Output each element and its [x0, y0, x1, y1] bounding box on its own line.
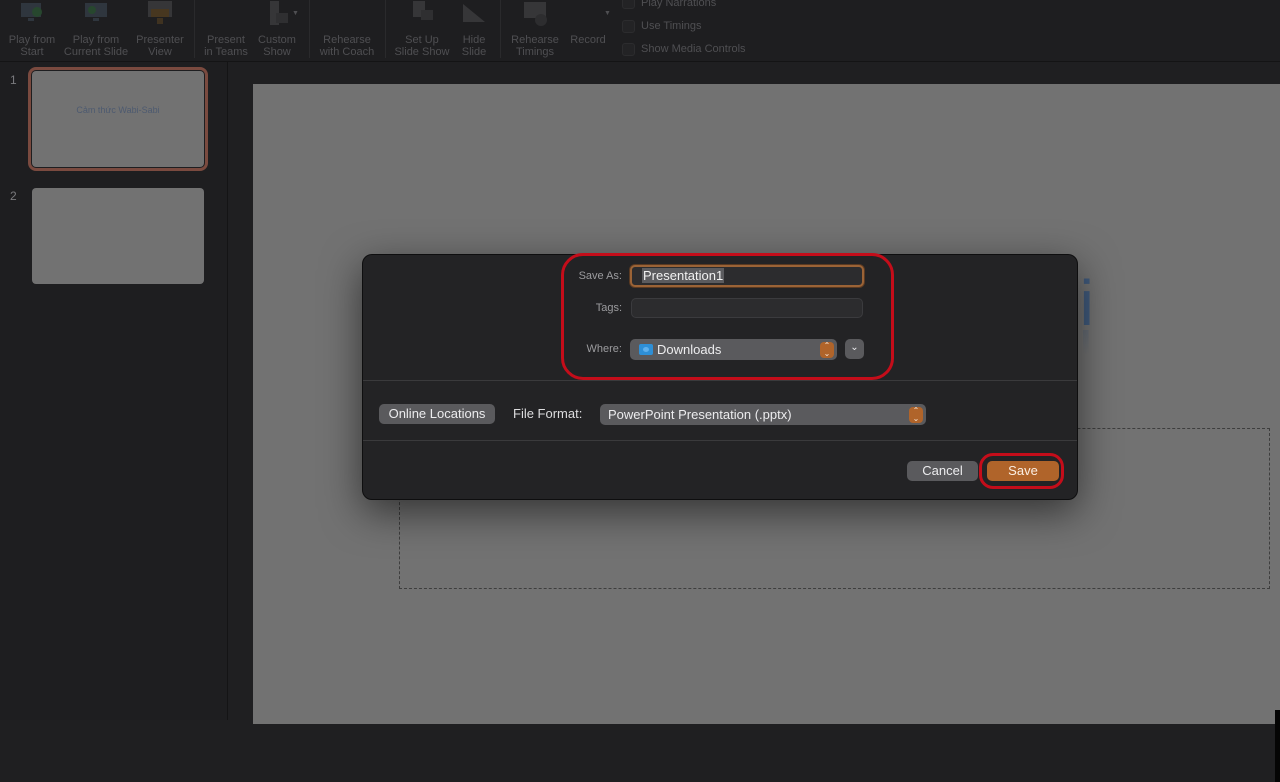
save-as-label: Save As: — [578, 270, 622, 282]
cancel-button[interactable]: Cancel — [907, 461, 978, 481]
use-timings-checkbox[interactable] — [622, 20, 635, 33]
rehearse-timings-button[interactable]: Rehearse Timings — [506, 0, 564, 60]
play-from-start-icon — [21, 3, 42, 21]
save-button[interactable]: Save — [987, 461, 1059, 481]
hide-slide-label: Hide Slide — [461, 34, 487, 58]
up-down-chevron-icon: ⌃ ⌄ — [909, 407, 923, 423]
slide-thumbnail-title: Cảm thức Wabi-Sabi — [76, 105, 160, 115]
play-narrations-label: Play Narrations — [641, 0, 717, 9]
presenter-view-button[interactable]: Presenter View — [132, 0, 188, 60]
custom-show-dropdown-icon[interactable]: ▼ — [292, 10, 299, 17]
slideshow-ribbon: Play from Start Play from Current Slide … — [0, 0, 1280, 62]
rehearse-timings-icon — [524, 2, 547, 26]
set-up-slide-show-label: Set Up Slide Show — [394, 34, 450, 58]
file-format-popup[interactable]: PowerPoint Presentation (.pptx) ⌃ ⌄ — [600, 404, 926, 425]
rehearse-with-coach-button[interactable]: Rehearse with Coach — [314, 0, 380, 60]
online-locations-button[interactable]: Online Locations — [379, 404, 495, 424]
where-value: Downloads — [657, 342, 722, 357]
chevron-down-icon: ⌄ — [850, 342, 859, 353]
setup-slideshow-icon — [413, 1, 433, 20]
hide-slide-icon — [463, 4, 485, 22]
show-media-controls-checkbox[interactable] — [622, 43, 635, 56]
present-in-teams-label: Present in Teams — [204, 34, 248, 58]
use-timings-label: Use Timings — [641, 20, 702, 32]
folder-icon — [639, 344, 653, 355]
expand-browser-button[interactable]: ⌄ — [845, 339, 864, 359]
play-from-start-button[interactable]: Play from Start — [4, 0, 60, 60]
dialog-divider — [363, 380, 1077, 381]
up-down-chevron-icon: ⌃ ⌄ — [820, 342, 834, 358]
slide-number: 1 — [10, 73, 17, 87]
where-popup[interactable]: Downloads ⌃ ⌄ — [630, 339, 837, 360]
set-up-slide-show-button[interactable]: Set Up Slide Show — [392, 0, 452, 60]
window-edge — [1275, 710, 1280, 782]
custom-show-icon — [270, 1, 288, 25]
save-as-input[interactable]: Presentation1 — [630, 265, 864, 287]
play-from-start-label: Play from Start — [8, 34, 56, 58]
play-from-current-label: Play from Current Slide — [63, 34, 129, 58]
slide-thumbnail-2[interactable] — [32, 188, 204, 284]
tags-input[interactable] — [631, 298, 863, 318]
ribbon-separator — [194, 0, 195, 58]
slide-number: 2 — [10, 189, 17, 203]
ribbon-separator — [309, 0, 310, 58]
slide-thumbnail-1[interactable]: Cảm thức Wabi-Sabi — [28, 67, 208, 171]
presenter-view-icon — [148, 1, 172, 24]
custom-show-button[interactable]: Custom Show — [254, 0, 300, 60]
presenter-view-label: Presenter View — [136, 34, 184, 58]
dialog-divider — [363, 440, 1077, 441]
where-label: Where: — [586, 343, 622, 355]
ribbon-separator — [385, 0, 386, 58]
file-format-value: PowerPoint Presentation (.pptx) — [608, 407, 792, 422]
save-dialog: Save As: Presentation1 Tags: Where: Down… — [362, 254, 1078, 500]
save-as-value: Presentation1 — [642, 268, 725, 283]
slide-thumbnails-pane: 1 Cảm thức Wabi-Sabi 2 — [0, 62, 228, 720]
ribbon-separator — [500, 0, 501, 58]
tags-label: Tags: — [595, 302, 622, 314]
hide-slide-button[interactable]: Hide Slide — [456, 0, 492, 60]
record-dropdown-icon[interactable]: ▼ — [604, 10, 611, 17]
play-from-current-icon — [85, 3, 107, 21]
custom-show-label: Custom Show — [258, 34, 296, 58]
play-from-current-slide-button[interactable]: Play from Current Slide — [62, 0, 130, 60]
file-format-label: File Format: — [513, 406, 583, 421]
rehearse-timings-label: Rehearse Timings — [511, 34, 559, 58]
present-in-teams-button[interactable]: Present in Teams — [198, 0, 254, 60]
record-button[interactable]: Record — [566, 0, 610, 60]
show-media-controls-label: Show Media Controls — [641, 43, 746, 55]
play-narrations-checkbox[interactable] — [622, 0, 635, 9]
rehearse-with-coach-label: Rehearse with Coach — [319, 34, 375, 58]
record-label: Record — [570, 34, 606, 46]
